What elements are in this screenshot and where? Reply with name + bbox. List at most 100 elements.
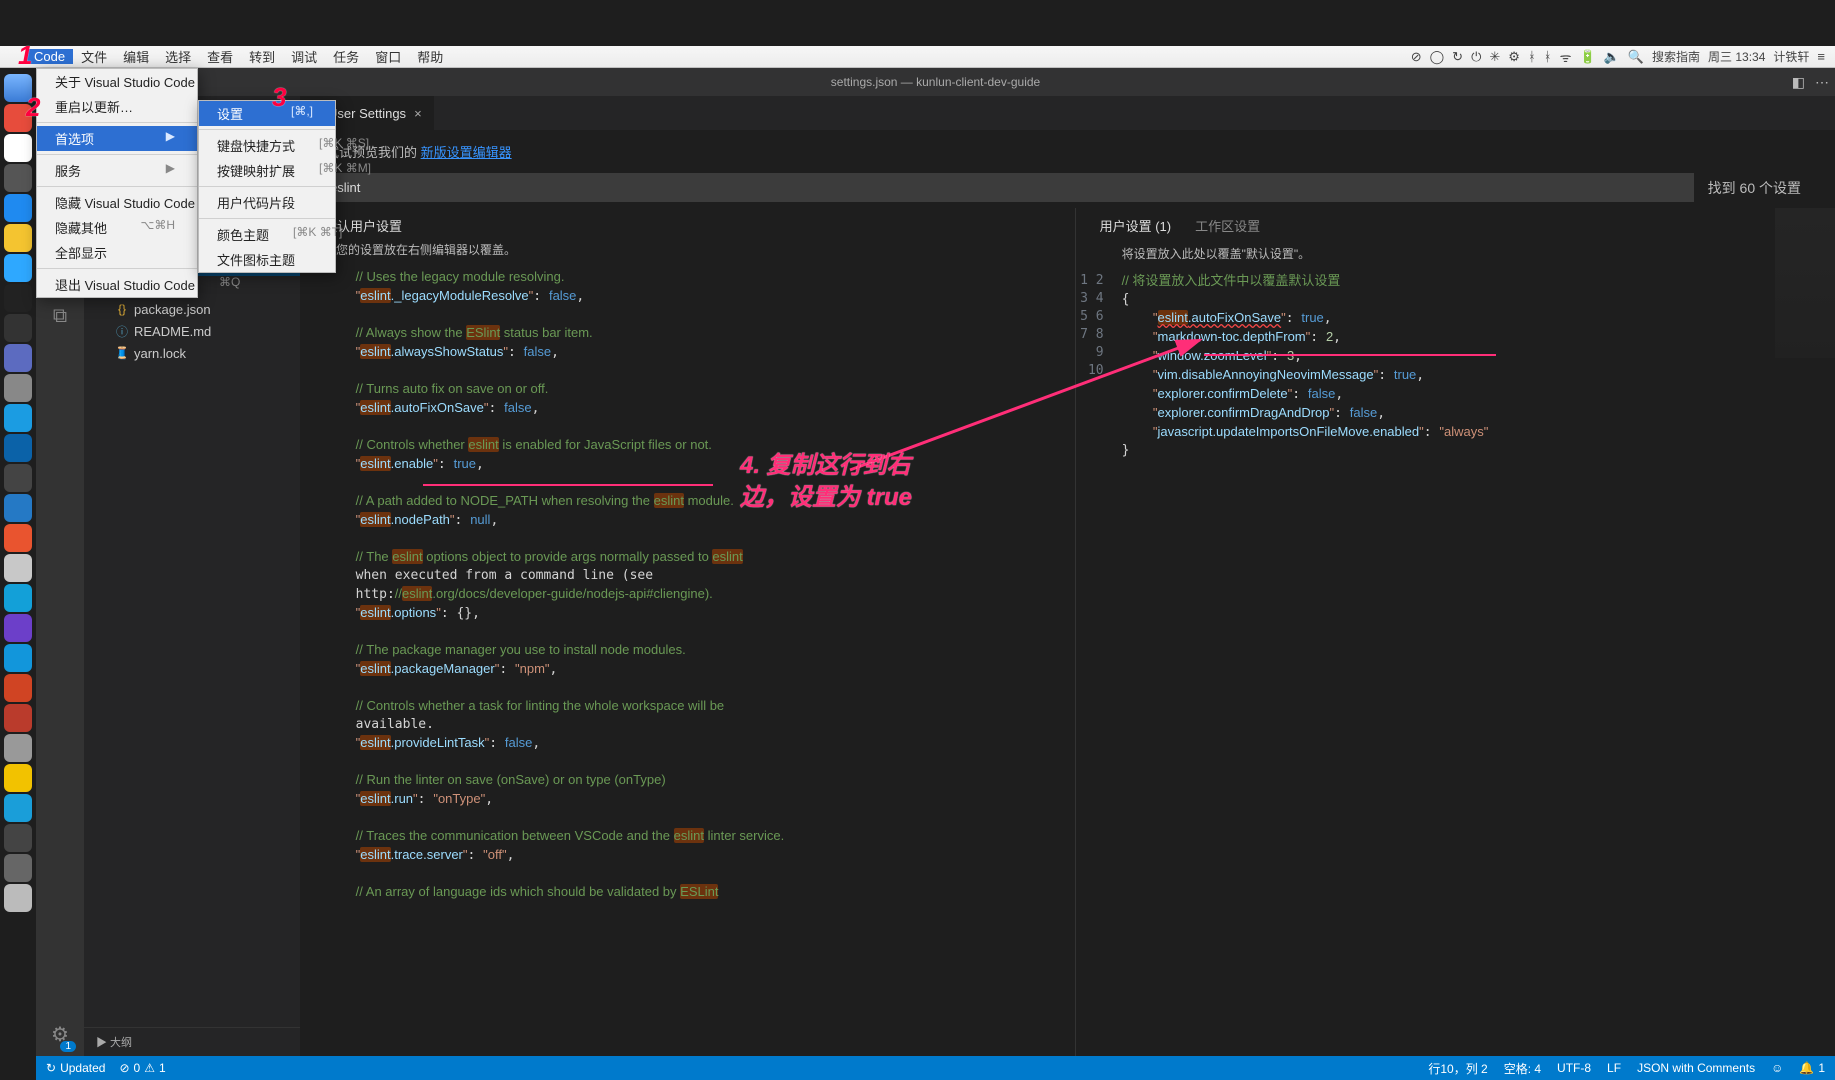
status-eol[interactable]: LF bbox=[1607, 1060, 1621, 1077]
dock-app-icon[interactable] bbox=[4, 464, 32, 492]
dock-app-icon[interactable] bbox=[4, 794, 32, 822]
dock-trash-icon[interactable] bbox=[4, 884, 32, 912]
status-feedback-icon[interactable]: ☺ bbox=[1771, 1060, 1783, 1077]
menubar-date[interactable]: 周三 13:34 bbox=[1708, 48, 1765, 65]
dock-safari-icon[interactable] bbox=[4, 194, 32, 222]
submenu-user-snippets[interactable]: 用户代码片段 bbox=[199, 190, 335, 215]
volume-icon[interactable]: 🔈 bbox=[1604, 49, 1620, 65]
bluetooth-icon[interactable]: ᚼ bbox=[1544, 49, 1552, 64]
menu-goto[interactable]: 转到 bbox=[241, 47, 283, 66]
file-yarn-lock[interactable]: 🧵yarn.lock bbox=[84, 342, 300, 364]
status-spaces[interactable]: 空格: 4 bbox=[1504, 1060, 1541, 1077]
submenu-color-theme[interactable]: 颜色主题[⌘K ⌘T] bbox=[199, 222, 335, 247]
dock-app-icon[interactable] bbox=[4, 164, 32, 192]
menubar-icon[interactable]: ⚙ bbox=[1508, 49, 1520, 65]
dock-app-icon[interactable] bbox=[4, 404, 32, 432]
menu-hide-vscode[interactable]: 隐藏 Visual Studio Code⌘H bbox=[37, 190, 197, 215]
extensions-icon[interactable]: ⧉ bbox=[36, 294, 84, 338]
tab-workspace-settings[interactable]: 工作区设置 bbox=[1195, 216, 1260, 235]
menubar-icon[interactable]: ⏻ bbox=[1471, 49, 1481, 65]
new-settings-editor-link[interactable]: 新版设置编辑器 bbox=[421, 145, 512, 160]
menu-restart-update[interactable]: 重启以更新… bbox=[37, 94, 197, 119]
submenu-keymap-extensions[interactable]: 按键映射扩展[⌘K ⌘M] bbox=[199, 158, 335, 183]
menu-code[interactable]: Code bbox=[26, 49, 73, 64]
dock-app-icon[interactable] bbox=[4, 344, 32, 372]
dock-app-icon[interactable] bbox=[4, 374, 32, 402]
mac-menubar: Code 文件 编辑 选择 查看 转到 调试 任务 窗口 帮助 ⊘ ◯ ↻ ⏻ … bbox=[0, 46, 1835, 68]
file-package-json[interactable]: {}package.json bbox=[84, 298, 300, 320]
dock-github-icon[interactable] bbox=[4, 314, 32, 342]
status-cursor-pos[interactable]: 行10，列 2 bbox=[1428, 1060, 1487, 1077]
menu-hide-others[interactable]: 隐藏其他⌥⌘H bbox=[37, 215, 197, 240]
wifi-icon[interactable]: ᯤ bbox=[1560, 48, 1572, 66]
dock-app-icon[interactable] bbox=[4, 494, 32, 522]
minimap[interactable] bbox=[1775, 208, 1835, 358]
menu-tasks[interactable]: 任务 bbox=[325, 47, 367, 66]
submenu-file-icon-theme[interactable]: 文件图标主题 bbox=[199, 247, 335, 272]
user-settings-subtitle: 将设置放入此处以覆盖"默认设置"。 bbox=[1076, 245, 1835, 272]
tab-label: User Settings bbox=[328, 106, 406, 121]
editor-area: {} User Settings × 试试预览我们的 新版设置编辑器 找到 60… bbox=[300, 96, 1835, 1056]
dock-appstore-icon[interactable] bbox=[4, 254, 32, 282]
menu-window[interactable]: 窗口 bbox=[367, 47, 409, 66]
default-settings-subtitle: 将您的设置放在右侧编辑器以覆盖。 bbox=[300, 241, 1075, 268]
annotation-underline bbox=[1204, 354, 1496, 356]
status-problems[interactable]: ⊘ 0 ⚠ 1 bbox=[119, 1061, 165, 1075]
dock-app-icon[interactable] bbox=[4, 614, 32, 642]
menubar-search-text[interactable]: 搜索指南 bbox=[1652, 48, 1700, 65]
menu-edit[interactable]: 编辑 bbox=[115, 47, 157, 66]
dock-app-icon[interactable] bbox=[4, 734, 32, 762]
menubar-icon[interactable]: ✳ bbox=[1489, 49, 1500, 65]
menu-quit[interactable]: 退出 Visual Studio Code⌘Q bbox=[37, 272, 197, 297]
menubar-icon[interactable]: ↻ bbox=[1452, 49, 1463, 65]
dock-app-icon[interactable] bbox=[4, 644, 32, 672]
more-icon[interactable]: ⋯ bbox=[1815, 74, 1829, 91]
settings-search-input[interactable] bbox=[320, 173, 1694, 202]
search-icon[interactable]: 🔍 bbox=[1628, 49, 1644, 65]
outline-section[interactable]: ▶ 大纲 bbox=[84, 1027, 300, 1056]
menu-show-all[interactable]: 全部显示 bbox=[37, 240, 197, 265]
dock-calendar-icon[interactable] bbox=[4, 134, 32, 162]
split-editor-icon[interactable]: ◧ bbox=[1792, 74, 1805, 91]
status-encoding[interactable]: UTF-8 bbox=[1557, 1060, 1591, 1077]
menu-help[interactable]: 帮助 bbox=[409, 47, 451, 66]
dock-app-icon[interactable] bbox=[4, 524, 32, 552]
settings-gear-icon[interactable]: ⚙1 bbox=[36, 1012, 84, 1056]
menubar-icon[interactable]: ᚼ bbox=[1528, 49, 1536, 64]
annotation-1: 1 bbox=[18, 40, 32, 71]
settings-search-row: 找到 60 个设置 bbox=[320, 173, 1815, 202]
menu-services[interactable]: 服务▶ bbox=[37, 158, 197, 183]
close-icon[interactable]: × bbox=[414, 106, 422, 121]
file-readme[interactable]: ⓘREADME.md bbox=[84, 320, 300, 342]
menu-about[interactable]: 关于 Visual Studio Code bbox=[37, 69, 197, 94]
submenu-settings[interactable]: 设置[⌘,] bbox=[199, 101, 335, 126]
status-updated[interactable]: ↻ Updated bbox=[46, 1061, 105, 1075]
submenu-keyboard-shortcuts[interactable]: 键盘快捷方式[⌘K ⌘S] bbox=[199, 133, 335, 158]
dock-app-icon[interactable] bbox=[4, 824, 32, 852]
dock-app-icon[interactable] bbox=[4, 554, 32, 582]
tab-user-settings[interactable]: 用户设置 (1) bbox=[1100, 216, 1172, 235]
menubar-user[interactable]: 计铁轩 bbox=[1773, 48, 1809, 65]
annotation-4: 4. 复制这行到右 边，设置为 true bbox=[740, 450, 912, 514]
status-bell-icon[interactable]: 🔔1 bbox=[1799, 1060, 1825, 1077]
dock-app-icon[interactable] bbox=[4, 434, 32, 462]
menubar-icon[interactable]: ≡ bbox=[1817, 49, 1825, 64]
vscode-titlebar: settings.json — kunlun-client-dev-guide … bbox=[36, 68, 1835, 96]
dock-app-icon[interactable] bbox=[4, 674, 32, 702]
annotation-3: 3 bbox=[272, 82, 286, 113]
menu-view[interactable]: 查看 bbox=[199, 47, 241, 66]
status-language[interactable]: JSON with Comments bbox=[1637, 1060, 1755, 1077]
battery-icon[interactable]: 🔋 bbox=[1579, 49, 1595, 65]
menu-select[interactable]: 选择 bbox=[157, 47, 199, 66]
menu-preferences[interactable]: 首选项▶ bbox=[37, 126, 197, 151]
menubar-icon[interactable]: ◯ bbox=[1430, 49, 1445, 65]
dock-app-icon[interactable] bbox=[4, 584, 32, 612]
menubar-icon[interactable]: ⊘ bbox=[1411, 49, 1422, 65]
dock-chrome-icon[interactable] bbox=[4, 224, 32, 252]
dock-app-icon[interactable] bbox=[4, 764, 32, 792]
dock-app-icon[interactable] bbox=[4, 854, 32, 882]
menu-debug[interactable]: 调试 bbox=[283, 47, 325, 66]
dock-terminal-icon[interactable] bbox=[4, 284, 32, 312]
menu-file[interactable]: 文件 bbox=[73, 47, 115, 66]
dock-app-icon[interactable] bbox=[4, 704, 32, 732]
